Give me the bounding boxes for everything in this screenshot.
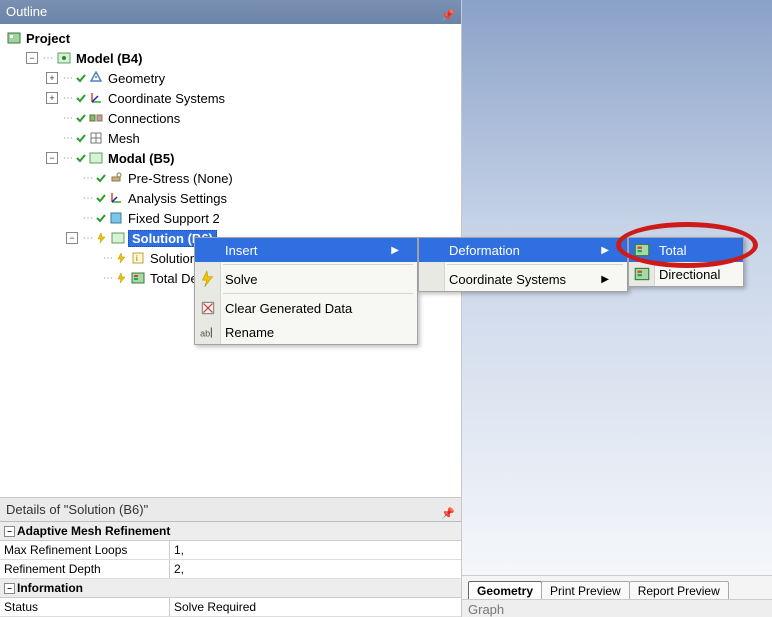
collapse-icon[interactable]: − <box>26 52 38 64</box>
axes-icon <box>88 90 104 106</box>
info-icon: i <box>130 250 146 266</box>
graph-panel-title: Graph <box>462 599 772 617</box>
submenu-arrow-icon: ▶ <box>383 245 399 256</box>
submenu-arrow-icon: ▶ <box>593 245 609 256</box>
menu-item-rename[interactable]: ab Rename <box>195 320 417 344</box>
check-icon <box>96 213 106 223</box>
check-icon <box>96 173 106 183</box>
rename-icon: ab <box>199 323 217 341</box>
tree-node-analysis-settings[interactable]: ⋯ Analysis Settings <box>66 188 459 208</box>
pin-icon[interactable]: 📌 <box>441 4 455 28</box>
model-icon <box>56 50 72 66</box>
solution-icon <box>110 230 126 246</box>
check-icon <box>76 133 86 143</box>
mesh-icon <box>88 130 104 146</box>
project-icon <box>6 30 22 46</box>
menu-item-clear-generated-data[interactable]: Clear Generated Data <box>195 296 417 320</box>
collapse-icon[interactable]: − <box>4 583 15 594</box>
outline-title-text: Outline <box>6 4 47 19</box>
bolt-icon <box>199 270 217 288</box>
deformation-result-icon <box>633 265 651 283</box>
tab-report-preview[interactable]: Report Preview <box>629 581 729 599</box>
bolt-icon <box>96 232 108 244</box>
expand-icon[interactable]: + <box>46 72 58 84</box>
tab-geometry[interactable]: Geometry <box>468 581 542 599</box>
check-icon <box>76 153 86 163</box>
prop-max-refinement-loops[interactable]: Max Refinement Loops 1, <box>0 541 461 560</box>
tree-node-prestress[interactable]: ⋯ Pre-Stress (None) <box>66 168 459 188</box>
tree-node-project[interactable]: Project <box>6 28 459 48</box>
prop-refinement-depth[interactable]: Refinement Depth 2, <box>0 560 461 579</box>
tree-connector: ⋯ <box>43 53 53 64</box>
tree-node-geometry[interactable]: + ⋯ Geometry <box>46 68 459 88</box>
menu-item-solve[interactable]: Solve <box>195 267 417 291</box>
check-icon <box>76 93 86 103</box>
submenu-arrow-icon: ▶ <box>593 274 609 285</box>
fixed-support-icon <box>108 210 124 226</box>
svg-text:ab: ab <box>200 329 210 339</box>
bolt-icon <box>116 252 128 264</box>
details-panel: − Adaptive Mesh Refinement Max Refinemen… <box>0 521 461 617</box>
check-icon <box>76 73 86 83</box>
menu-item-deformation[interactable]: Deformation ▶ <box>419 238 627 262</box>
menu-item-insert[interactable]: Insert ▶ <box>195 238 417 262</box>
tree-node-fixed-support[interactable]: ⋯ Fixed Support 2 <box>66 208 459 228</box>
check-icon <box>96 193 106 203</box>
insert-submenu: Deformation ▶ Coordinate Systems ▶ <box>418 237 628 292</box>
menu-separator <box>223 293 413 294</box>
menu-separator <box>447 264 623 265</box>
check-icon <box>76 113 86 123</box>
details-panel-title: Details of "Solution (B6)" 📌 <box>0 497 461 521</box>
tree-node-mesh[interactable]: ⋯ Mesh <box>46 128 459 148</box>
tree-node-model[interactable]: − ⋯ Model (B4) <box>26 48 459 68</box>
analysis-settings-icon <box>108 190 124 206</box>
menu-item-total[interactable]: Total <box>629 238 743 262</box>
menu-item-directional[interactable]: Directional <box>629 262 743 286</box>
expand-icon[interactable]: + <box>46 92 58 104</box>
prestress-icon <box>108 170 124 186</box>
app-root: Outline 📌 Project − <box>0 0 772 617</box>
svg-text:i: i <box>136 254 138 263</box>
deformation-submenu: Total Directional <box>628 237 744 287</box>
clear-data-icon <box>199 299 217 317</box>
details-group-information[interactable]: − Information <box>0 579 461 598</box>
connections-icon <box>88 110 104 126</box>
geometry-icon <box>88 70 104 86</box>
collapse-icon[interactable]: − <box>46 152 58 164</box>
prop-status[interactable]: Status Solve Required <box>0 598 461 617</box>
pin-icon[interactable]: 📌 <box>441 502 455 526</box>
tree-node-connections[interactable]: ⋯ Connections <box>46 108 459 128</box>
context-menu: Insert ▶ Solve Clear Generated Data ab R… <box>194 237 418 345</box>
menu-separator <box>223 264 413 265</box>
tab-print-preview[interactable]: Print Preview <box>541 581 630 599</box>
collapse-icon[interactable]: − <box>66 232 78 244</box>
tree-node-coordinate-systems[interactable]: + ⋯ Coordinate Systems <box>46 88 459 108</box>
viewport-tabs: Geometry Print Preview Report Preview <box>462 575 772 599</box>
deformation-result-icon <box>633 241 651 259</box>
menu-item-coordinate-systems[interactable]: Coordinate Systems ▶ <box>419 267 627 291</box>
collapse-icon[interactable]: − <box>4 526 15 537</box>
deformation-result-icon <box>130 270 146 286</box>
modal-icon <box>88 150 104 166</box>
outline-panel-title: Outline 📌 <box>0 0 461 24</box>
bolt-icon <box>116 272 128 284</box>
details-group-adaptive[interactable]: − Adaptive Mesh Refinement <box>0 522 461 541</box>
right-column: Geometry Print Preview Report Preview Gr… <box>462 0 772 617</box>
tree-node-modal[interactable]: − ⋯ Modal (B5) <box>46 148 459 168</box>
